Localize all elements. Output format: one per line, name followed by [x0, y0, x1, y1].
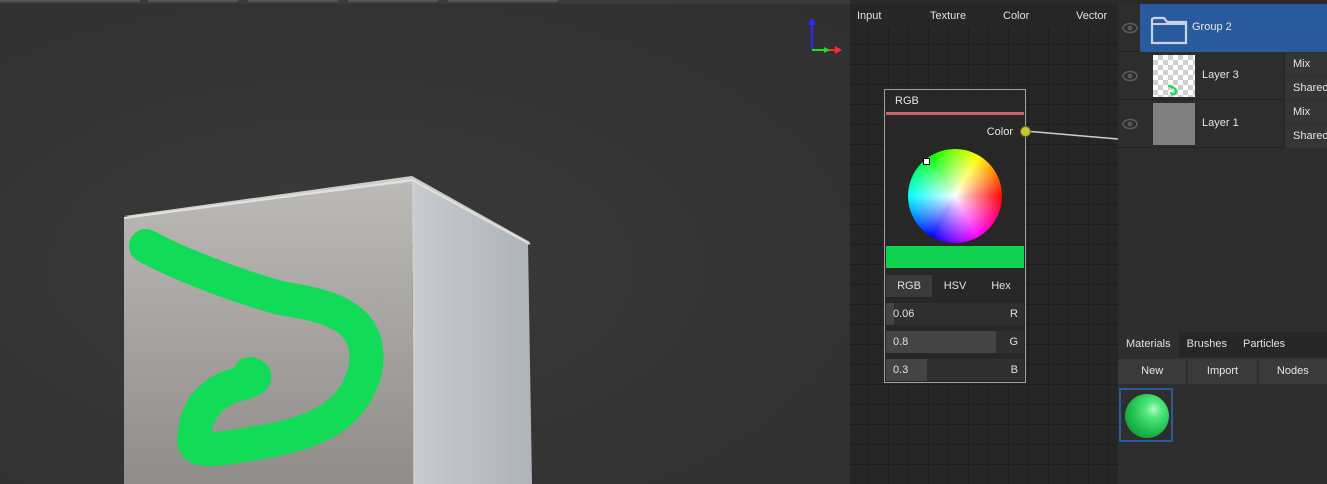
layer-thumbnail [1153, 55, 1195, 97]
layer-row-layer-1[interactable]: Layer 1 Mix Shared [1118, 100, 1327, 148]
new-material-button[interactable]: New [1118, 359, 1187, 384]
cube-side-face [412, 180, 532, 484]
visibility-eye-icon[interactable] [1122, 116, 1138, 132]
tab-rgb[interactable]: RGB [886, 275, 932, 297]
layer-name: Layer 3 [1202, 69, 1239, 81]
color-swatch [886, 246, 1024, 268]
material-buttons: New Import Nodes [1118, 359, 1327, 384]
tab-hsv[interactable]: HSV [932, 275, 978, 297]
import-material-button[interactable]: Import [1188, 359, 1257, 384]
tab-particles[interactable]: Particles [1235, 332, 1293, 357]
right-panel: Group 2 Layer 3 Mix Shared Layer 1 Mix S… [1118, 4, 1327, 484]
layer-row-group-2[interactable]: Group 2 [1118, 4, 1327, 52]
viewport-3d[interactable] [0, 4, 850, 484]
node-title[interactable]: RGB [885, 90, 1025, 112]
paint-thumbnail-icon [1167, 84, 1178, 96]
tab-hex[interactable]: Hex [978, 275, 1024, 297]
color-wheel-picker[interactable] [923, 158, 930, 165]
layer-row-layer-3[interactable]: Layer 3 Mix Shared [1118, 52, 1327, 100]
slider-channel: B [1010, 364, 1018, 376]
output-label: Color [986, 126, 1013, 138]
slider-r[interactable]: 0.06 R [886, 303, 1024, 325]
node-title-bar [886, 112, 1024, 115]
tab-materials[interactable]: Materials [1118, 332, 1179, 357]
material-preview-sphere [1125, 394, 1169, 438]
material-slot[interactable] [1119, 388, 1173, 442]
color-mode-tabs: RGB HSV Hex [886, 275, 1024, 297]
folder-icon [1150, 16, 1188, 45]
slider-value: 0.3 [893, 364, 909, 376]
layer-mode-select[interactable]: Shared [1284, 125, 1327, 148]
node-editor[interactable]: Input Texture Color Vector RGB Color RGB… [850, 4, 1118, 484]
axis-gizmo[interactable] [800, 18, 844, 62]
layers-panel: Group 2 Layer 3 Mix Shared Layer 1 Mix S… [1118, 4, 1327, 334]
cube-scene[interactable] [0, 4, 850, 484]
layer-name: Layer 1 [1202, 117, 1239, 129]
slider-b[interactable]: 0.3 B [886, 359, 1024, 381]
blend-mode-select[interactable]: Mix [1284, 53, 1327, 76]
slider-value: 0.8 [893, 336, 909, 348]
slider-g[interactable]: 0.8 G [886, 331, 1024, 353]
rgb-node[interactable]: RGB Color RGB HSV Hex 0.06 R 0.8 G 0.3 B [884, 89, 1031, 383]
slider-value: 0.06 [893, 308, 915, 320]
material-tabs: Materials Brushes Particles [1118, 332, 1327, 357]
slider-channel: R [1010, 308, 1018, 320]
visibility-eye-icon[interactable] [1122, 68, 1138, 84]
layer-mode-select[interactable]: Shared [1284, 77, 1327, 100]
layer-name: Group 2 [1192, 21, 1232, 33]
nodes-button[interactable]: Nodes [1258, 359, 1327, 384]
tab-brushes[interactable]: Brushes [1179, 332, 1235, 357]
layer-thumbnail [1153, 103, 1195, 145]
blend-mode-select[interactable]: Mix [1284, 101, 1327, 124]
slider-channel: G [1009, 336, 1018, 348]
color-output-socket[interactable] [1020, 126, 1031, 137]
visibility-eye-icon[interactable] [1122, 20, 1138, 36]
